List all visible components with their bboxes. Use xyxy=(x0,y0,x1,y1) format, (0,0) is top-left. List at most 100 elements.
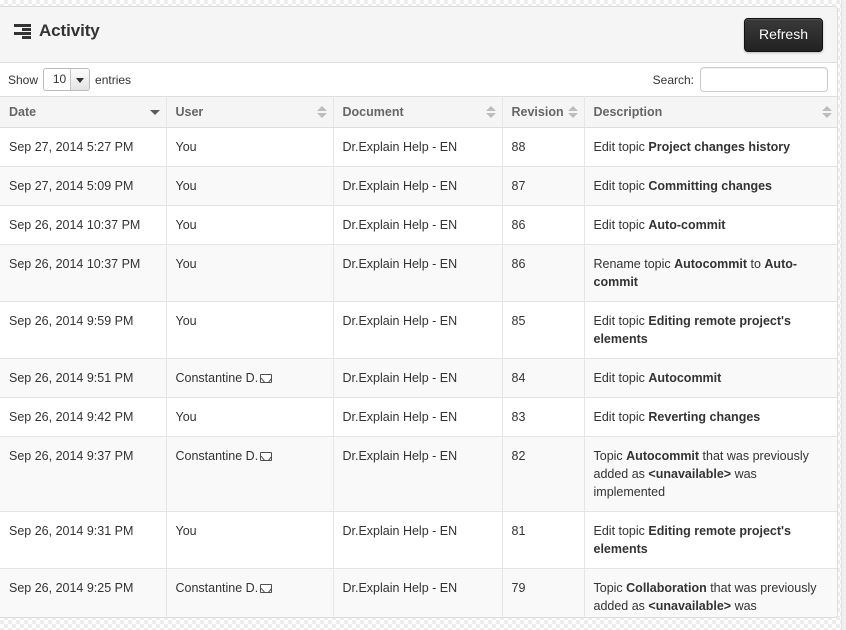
activity-table: Date User Document Revision Description xyxy=(0,96,837,617)
envelope-icon[interactable] xyxy=(260,452,273,461)
cell-user: You xyxy=(166,205,334,245)
sort-indicator-description xyxy=(822,105,832,119)
user-name: You xyxy=(175,314,197,328)
description-emphasis: Autocommit xyxy=(674,257,748,271)
cell-revision: 84 xyxy=(502,358,585,398)
column-header-revision-label: Revision xyxy=(511,105,564,119)
cell-user: You xyxy=(166,127,334,167)
user-name: Constantine D. xyxy=(175,371,259,385)
column-header-user[interactable]: User xyxy=(166,96,334,128)
table-row: Sep 26, 2014 10:37 PM You Dr.Explain Help … xyxy=(0,205,837,245)
column-header-revision[interactable]: Revision xyxy=(502,96,585,128)
cell-description: Edit topic Auto-commit xyxy=(584,205,837,245)
table-row: Sep 26, 2014 9:31 PM You Dr.Explain Help -… xyxy=(0,511,837,569)
description-text: Edit topic xyxy=(593,314,649,328)
cell-user: You xyxy=(166,244,334,302)
column-header-document[interactable]: Document xyxy=(333,96,503,128)
cell-document: Dr.Explain Help - EN xyxy=(333,205,503,245)
list-icon xyxy=(14,24,31,39)
cell-revision: 81 xyxy=(502,511,585,569)
table-row: Sep 26, 2014 9:59 PM You Dr.Explain Help -… xyxy=(0,301,837,359)
cell-user: Constantine D. xyxy=(166,436,334,512)
sort-indicator-revision xyxy=(567,105,578,119)
description-emphasis: Collaboration xyxy=(626,581,707,595)
sort-indicator-date xyxy=(149,105,160,119)
cell-document: Dr.Explain Help - EN xyxy=(333,568,503,617)
table-row: Sep 26, 2014 9:37 PM Constantine D. Dr.Exp… xyxy=(0,436,837,512)
column-header-description-label: Description xyxy=(593,105,663,119)
search-input[interactable] xyxy=(700,67,828,92)
cell-user: You xyxy=(166,397,334,437)
cell-date: Sep 27, 2014 5:27 PM xyxy=(0,127,167,167)
description-text: Edit topic xyxy=(593,179,649,193)
scrollbar-track[interactable] xyxy=(841,0,846,630)
column-header-date[interactable]: Date xyxy=(0,96,167,128)
user-name: Constantine D. xyxy=(175,581,259,595)
page-length-select[interactable]: 102550100 xyxy=(43,68,91,91)
description-emphasis: <unavailable> xyxy=(648,599,732,613)
user-name: You xyxy=(175,257,197,271)
table-header-row: Date User Document Revision Description xyxy=(0,96,837,128)
cell-description: Topic Autocommit that was previously add… xyxy=(584,436,837,512)
cell-revision: 85 xyxy=(502,301,585,359)
refresh-button[interactable]: Refresh xyxy=(743,18,823,52)
cell-date: Sep 26, 2014 9:31 PM xyxy=(0,511,167,569)
cell-document: Dr.Explain Help - EN xyxy=(333,358,503,398)
cell-user: You xyxy=(166,511,334,569)
user-name: You xyxy=(175,179,197,193)
description-text: Topic xyxy=(593,581,627,595)
table-row: Sep 26, 2014 10:37 PM You Dr.Explain Help … xyxy=(0,244,837,302)
page-length-select-wrap: 102550100 xyxy=(43,68,91,91)
description-text: Edit topic xyxy=(593,371,649,385)
description-text: to xyxy=(747,257,765,271)
search-control: Search: xyxy=(653,67,828,92)
cell-description: Edit topic Editing remote project's elem… xyxy=(584,301,837,359)
cell-description: Edit topic Project changes history xyxy=(584,127,837,167)
cell-document: Dr.Explain Help - EN xyxy=(333,244,503,302)
user-name: You xyxy=(175,410,197,424)
description-emphasis: <unavailable> xyxy=(648,467,732,481)
cell-description: Edit topic Reverting changes xyxy=(584,397,837,437)
cell-document: Dr.Explain Help - EN xyxy=(333,166,503,206)
cell-revision: 88 xyxy=(502,127,585,167)
column-header-user-label: User xyxy=(175,105,204,119)
cell-user: Constantine D. xyxy=(166,568,334,617)
table-row: Sep 26, 2014 9:51 PM Constantine D. Dr.Exp… xyxy=(0,358,837,398)
envelope-icon[interactable] xyxy=(260,584,273,593)
description-text: Edit topic xyxy=(593,218,649,232)
user-name: You xyxy=(175,140,197,154)
page-title: Activity xyxy=(14,21,100,41)
cell-description: Edit topic Autocommit xyxy=(584,358,837,398)
description-text: Edit topic xyxy=(593,140,649,154)
show-label: Show xyxy=(8,72,39,87)
cell-revision: 83 xyxy=(502,397,585,437)
user-name: You xyxy=(175,218,197,232)
description-text: Topic xyxy=(593,449,627,463)
table-head: Date User Document Revision Description xyxy=(0,96,837,128)
search-label: Search: xyxy=(652,72,694,87)
column-header-date-label: Date xyxy=(9,105,37,119)
envelope-icon[interactable] xyxy=(260,374,273,383)
user-name: You xyxy=(175,524,197,538)
table-row: Sep 27, 2014 5:27 PM You Dr.Explain Help -… xyxy=(0,127,837,167)
column-header-description[interactable]: Description xyxy=(584,96,837,128)
cell-document: Dr.Explain Help - EN xyxy=(333,127,503,167)
cell-date: Sep 26, 2014 9:25 PM xyxy=(0,568,167,617)
activity-panel: Activity Refresh Show 102550100 entries … xyxy=(0,6,838,618)
description-emphasis: Autocommit xyxy=(626,449,700,463)
page-title-text: Activity xyxy=(39,21,100,40)
cell-description: Edit topic Editing remote project's elem… xyxy=(584,511,837,569)
description-text: Edit topic xyxy=(593,410,649,424)
cell-description: Edit topic Committing changes xyxy=(584,166,837,206)
table-body: Sep 27, 2014 5:27 PM You Dr.Explain Help -… xyxy=(0,127,837,617)
entries-label: entries xyxy=(95,72,132,87)
cell-document: Dr.Explain Help - EN xyxy=(333,301,503,359)
cell-date: Sep 27, 2014 5:09 PM xyxy=(0,166,167,206)
cell-revision: 86 xyxy=(502,205,585,245)
description-emphasis: Autocommit xyxy=(648,371,722,385)
cell-date: Sep 26, 2014 10:37 PM xyxy=(0,244,167,302)
cell-document: Dr.Explain Help - EN xyxy=(333,511,503,569)
description-emphasis: Committing changes xyxy=(648,179,773,193)
cell-description: Rename topic Autocommit to Auto-commit xyxy=(584,244,837,302)
cell-date: Sep 26, 2014 9:37 PM xyxy=(0,436,167,512)
